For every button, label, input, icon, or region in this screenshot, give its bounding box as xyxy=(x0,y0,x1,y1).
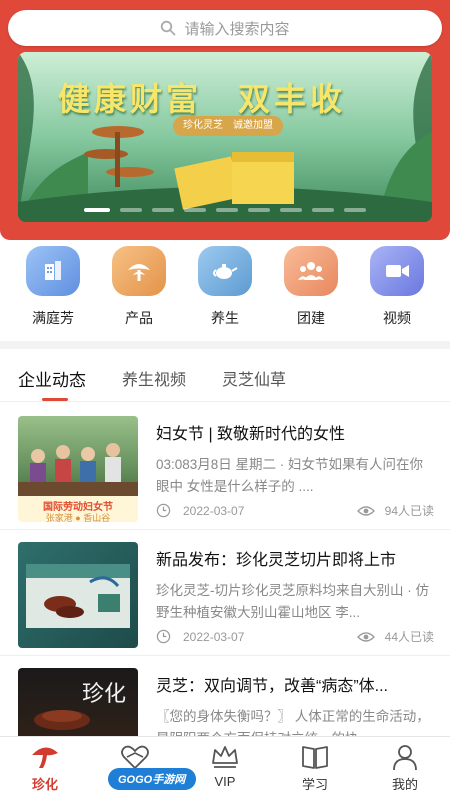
banner-title: 健康财富 双丰收 xyxy=(58,80,347,118)
tab-company-news[interactable]: 企业动态 xyxy=(18,352,86,401)
bottom-nav: 珍化 VIP 学习 我的 xyxy=(0,736,450,800)
banner-dot[interactable] xyxy=(280,208,302,212)
group-icon xyxy=(284,246,338,296)
nav-label: VIP xyxy=(214,774,236,789)
news-item[interactable]: 国际劳动妇女节 张家港 ● 香山谷 妇女节 | 致敬新时代的女性 03:083月… xyxy=(0,404,450,530)
teapot-icon xyxy=(198,246,252,296)
user-icon xyxy=(393,745,417,771)
building-icon xyxy=(26,246,80,296)
news-list: 国际劳动妇女节 张家港 ● 香山谷 妇女节 | 致敬新时代的女性 03:083月… xyxy=(0,404,450,782)
thumb-caption: 张家港 ● 香山谷 xyxy=(45,513,111,522)
tab-health-videos[interactable]: 养生视频 xyxy=(122,352,186,401)
category-label: 团建 xyxy=(297,310,325,326)
category-team[interactable]: 团建 xyxy=(276,246,346,340)
nav-mine[interactable]: 我的 xyxy=(360,737,450,800)
news-thumbnail: 国际劳动妇女节 张家港 ● 香山谷 xyxy=(18,416,138,522)
eye-icon xyxy=(356,631,375,642)
product-box-photo xyxy=(26,564,130,628)
news-views: 94人已读 xyxy=(384,504,434,518)
heart-hands-icon xyxy=(121,745,149,770)
banner-dot[interactable] xyxy=(120,208,142,212)
news-title: 灵芝：双向调节，改善“病态”体... xyxy=(156,678,388,695)
category-label: 养生 xyxy=(211,310,239,326)
banner-dot[interactable] xyxy=(84,208,110,212)
clock-icon xyxy=(156,503,171,518)
news-title: 新品发布：珍化灵芝切片即将上市 xyxy=(156,552,397,569)
search-placeholder: 请输入搜索内容 xyxy=(184,20,290,38)
nav-label: 我的 xyxy=(391,777,418,792)
thumb-caption: 珍化 xyxy=(82,682,127,707)
eye-icon xyxy=(356,505,375,516)
category-health[interactable]: 养生 xyxy=(190,246,260,340)
banner-dot[interactable] xyxy=(216,208,238,212)
banner-dot[interactable] xyxy=(344,208,366,212)
category-products[interactable]: 产品 xyxy=(104,246,174,340)
banner-tag: 珍化灵芝 诚邀加盟 xyxy=(173,116,283,136)
news-desc: 03:083月8日 星期二 · 妇女节如果有人问在你眼中 女性是什么样子的 ..… xyxy=(156,457,424,494)
banner-dot[interactable] xyxy=(184,208,206,212)
category-label: 视频 xyxy=(383,310,411,326)
crown-icon xyxy=(212,746,238,768)
clock-icon xyxy=(156,629,171,644)
lingzhi-icon xyxy=(32,747,58,768)
banner-dot[interactable] xyxy=(152,208,174,212)
search-bar[interactable]: 请输入搜索内容 xyxy=(8,10,442,46)
banner-pagination[interactable] xyxy=(18,208,432,212)
news-desc: 珍化灵芝-切片珍化灵芝原料均来自大别山 · 仿野生种植安徽大别山霍山地区 李..… xyxy=(156,583,429,620)
banner-dot[interactable] xyxy=(312,208,334,212)
nav-zhenhua[interactable]: 珍化 xyxy=(0,737,90,800)
content-tabs: 企业动态 养生视频 灵芝仙草 xyxy=(0,352,450,402)
news-meta: 2022-03-07 44人已读 xyxy=(156,628,434,645)
nav-learn[interactable]: 学习 xyxy=(270,737,360,800)
nav-label: 学习 xyxy=(301,777,328,792)
category-label: 满庭芳 xyxy=(32,310,74,326)
search-icon xyxy=(161,20,176,36)
site-watermark: GOGO手游网 xyxy=(108,768,196,790)
people-photo xyxy=(18,443,138,496)
category-mantingfang[interactable]: 满庭芳 xyxy=(18,246,88,340)
book-icon xyxy=(302,746,328,769)
news-views: 44人已读 xyxy=(384,630,434,644)
nav-label: 珍化 xyxy=(31,777,58,792)
news-date: 2022-03-07 xyxy=(183,503,245,518)
mushroom-icon xyxy=(112,246,166,296)
news-date: 2022-03-07 xyxy=(183,629,245,644)
section-divider xyxy=(0,341,450,349)
news-title: 妇女节 | 致敬新时代的女性 xyxy=(156,426,346,443)
news-meta: 2022-03-07 94人已读 xyxy=(156,502,434,519)
category-label: 产品 xyxy=(125,310,153,326)
tab-lingzhi[interactable]: 灵芝仙草 xyxy=(222,352,286,401)
news-item[interactable]: 新品发布：珍化灵芝切片即将上市 珍化灵芝-切片珍化灵芝原料均来自大别山 · 仿野… xyxy=(0,530,450,656)
news-thumbnail xyxy=(18,542,138,648)
video-icon xyxy=(370,246,424,296)
promo-banner[interactable]: 健康财富 双丰收 珍化灵芝 诚邀加盟 xyxy=(18,52,432,222)
banner-dot[interactable] xyxy=(248,208,270,212)
nav-vip[interactable]: VIP xyxy=(180,737,270,800)
category-grid: 满庭芳 产品 养生 团建 视频 xyxy=(0,240,450,340)
category-video[interactable]: 视频 xyxy=(362,246,432,340)
